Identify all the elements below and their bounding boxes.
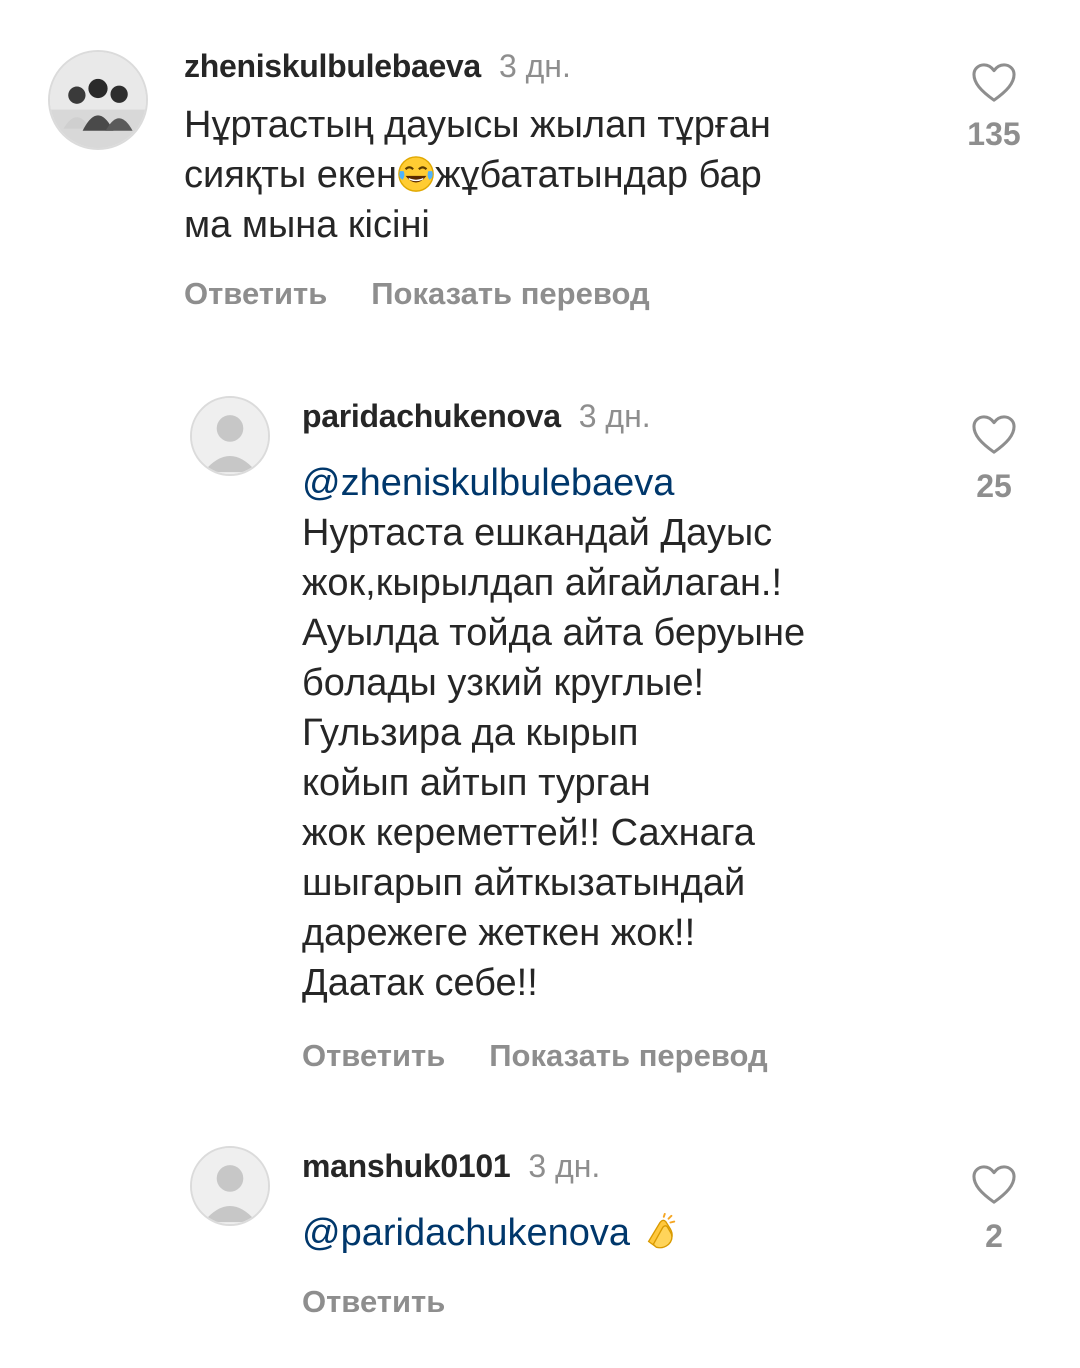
comment-body: zheniskulbulebaeva 3 дн. Нұртастың дауысы… [184,46,944,314]
username[interactable]: manshuk0101 [302,1148,511,1184]
comment-line: Нұртастың дауысы жылап тұрған [184,104,771,146]
comment-line: болады узкий круглые! [302,662,705,704]
like-count: 2 [985,1218,1003,1254]
comment-fragment: сияқты екен [184,154,398,196]
show-translation-button[interactable]: Показать перевод [371,276,649,311]
default-avatar-icon [192,1148,268,1224]
comment-line: дарежеге жеткен жок!! [302,912,696,954]
comment-text: @zheniskulbulebaeva Нуртаста ешкандай Да… [302,458,942,1008]
comment-actions: Ответить Показать перевод [302,1036,942,1076]
profile-photo-icon [50,52,146,148]
like-control: 135 [954,62,1034,153]
comment-line: Нуртаста ешкандай Дауыс [302,512,773,554]
comment-fragment: жұбататындар бар [435,154,762,196]
comment-actions: Ответить [302,1282,942,1322]
comment-line: Ауылда тойда айта беруыне [302,612,806,654]
comment-meta: manshuk0101 3 дн. [302,1146,942,1186]
comment-line: койып айтып турган [302,762,651,804]
comment-line: ма мына кісіні [184,204,430,246]
like-control: 2 [954,1164,1034,1255]
timestamp: 3 дн. [528,1148,601,1184]
like-count: 25 [976,468,1012,504]
comment-text: Нұртастың дауысы жылап тұрған сияқты еке… [184,100,944,250]
comment-line: шыгарып айткызатындай [302,862,746,904]
show-translation-button[interactable]: Показать перевод [489,1038,767,1073]
reply-button[interactable]: Ответить [302,1284,445,1319]
comment-line: жок кереметтей!! Сахнага [302,812,755,854]
timestamp: 3 дн. [498,48,571,84]
comment-line: Гульзира да кырып [302,712,639,754]
mention-link[interactable]: @paridachukenova [302,1212,630,1254]
tears-of-joy-emoji [397,155,435,193]
avatar[interactable] [48,50,148,150]
avatar[interactable] [190,1146,270,1226]
avatar[interactable] [190,396,270,476]
comment-body: paridachukenova 3 дн. @zheniskulbulebaeva… [302,396,942,1076]
reply-button[interactable]: Ответить [184,276,327,311]
reply-button[interactable]: Ответить [302,1038,445,1073]
comment-actions: Ответить Показать перевод [184,274,944,314]
comment-line: Даатак себе!! [302,962,538,1004]
like-control: 25 [954,414,1034,505]
heart-icon[interactable] [971,1164,1017,1206]
comment-text: @paridachukenova [302,1208,942,1258]
comment-line: жок,кырылдап айгайлаган.! [302,562,783,604]
mention-link[interactable]: @zheniskulbulebaeva [302,458,942,508]
comment-line: сияқты екен жұбататындар бар [184,150,944,200]
default-avatar-icon [192,398,268,474]
like-count: 135 [967,116,1021,152]
comment-meta: zheniskulbulebaeva 3 дн. [184,46,944,86]
timestamp: 3 дн. [578,398,651,434]
comment-body: manshuk0101 3 дн. @paridachukenova Ответи… [302,1146,942,1322]
heart-icon[interactable] [971,414,1017,456]
username[interactable]: paridachukenova [302,398,561,434]
heart-icon[interactable] [971,62,1017,104]
comment-meta: paridachukenova 3 дн. [302,396,942,436]
clapping-hands-emoji [641,1213,679,1251]
username[interactable]: zheniskulbulebaeva [184,48,481,84]
comment-line: @paridachukenova [302,1208,942,1258]
